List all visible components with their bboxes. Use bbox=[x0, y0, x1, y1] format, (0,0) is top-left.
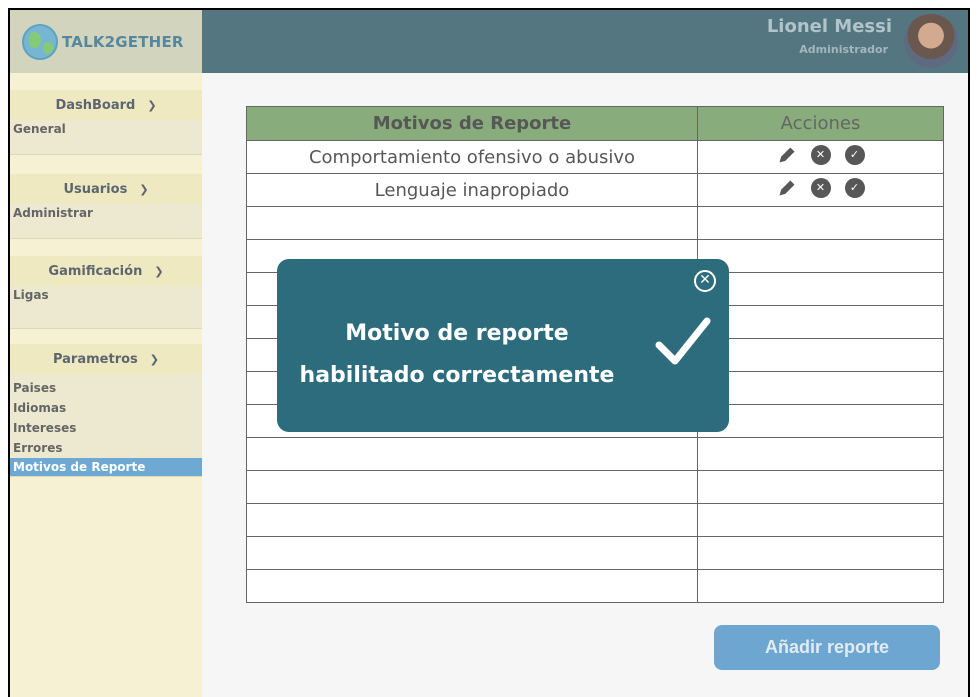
close-icon[interactable]: ✕ bbox=[694, 270, 716, 292]
checkmark-icon bbox=[655, 317, 711, 365]
modal-message: Motivo de reporte habilitado correctamen… bbox=[299, 321, 615, 388]
success-modal: ✕ Motivo de reporte habilitado correctam… bbox=[277, 259, 729, 432]
app-frame: TALK2GETHER DashBoard ❯ General Usuarios ❯… bbox=[8, 8, 970, 697]
